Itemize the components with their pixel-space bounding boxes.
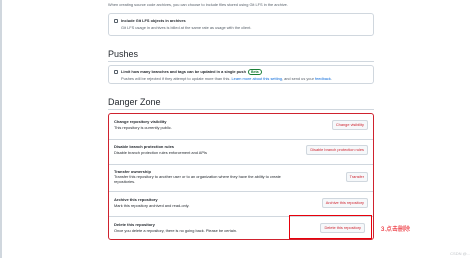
feedback-link[interactable]: feedback [315,76,331,81]
delete-button-highlight-box [289,215,372,239]
pushes-heading: Pushes [108,49,139,59]
danger-row-title: Disable branch protection rules [114,144,175,149]
danger-row-title: Delete this repository [114,222,155,227]
limit-push-label[interactable]: Limit how many branches and tags can be … [121,69,246,74]
change-visibility-button[interactable]: Change visibility [331,120,368,130]
include-lfs-label[interactable]: Include Git LFS objects in archives [121,18,186,23]
danger-row-branch-protection: Disable branch protection rules Disable … [109,140,373,164]
danger-row-title: Change repository visibility [114,119,167,124]
danger-row-visibility: Change repository visibility This reposi… [109,114,373,139]
include-lfs-checkbox[interactable] [114,19,118,23]
limit-push-desc-mid: , and send us your [281,76,316,81]
pushes-box: Limit how many branches and tags can be … [108,65,374,84]
limit-push-desc: Pushes will be rejected if they attempt … [121,76,332,81]
danger-row-desc: Disable branch protection rules enforcem… [114,150,207,155]
danger-row-desc: Transfer this repository to another user… [114,174,281,179]
archives-intro: When creating source code archives, you … [108,2,288,7]
pushes-divider [108,61,374,62]
limit-push-checkbox[interactable] [114,70,118,74]
danger-row-desc: Mark this repository archived and read-o… [114,203,190,208]
limit-push-desc-end: . [330,76,332,81]
annotation-label: 3.点击删除 [381,227,411,233]
archives-box: Include Git LFS objects in archives Git … [108,13,374,36]
danger-row-transfer: Transfer ownership Transfer this reposit… [109,165,373,191]
archive-repository-button[interactable]: Archive this repository [321,198,368,208]
danger-row-desc: Once you delete a repository, there is n… [114,228,237,233]
danger-row-archive: Archive this repository Mark this reposi… [109,192,373,216]
danger-zone-divider [108,109,374,110]
transfer-button[interactable]: Transfer [345,172,368,182]
danger-row-desc: This repository is currently public. [114,125,172,130]
learn-more-link[interactable]: Learn more about this setting [232,76,282,81]
left-sidebar-edge [0,0,2,258]
watermark: CSDN @... [450,251,470,256]
limit-push-label-row: Limit how many branches and tags can be … [121,69,262,75]
disable-branch-protection-button[interactable]: Disable branch protection rules [306,145,368,155]
include-lfs-desc: Git LFS usage in archives is billed at t… [121,25,252,30]
beta-badge: Beta [247,69,262,75]
limit-push-desc-prefix: Pushes will be rejected if they attempt … [121,76,232,81]
danger-row-title: Archive this repository [114,197,158,202]
danger-zone-heading: Danger Zone [108,97,161,107]
danger-row-desc-cont: repositories. [114,179,136,184]
